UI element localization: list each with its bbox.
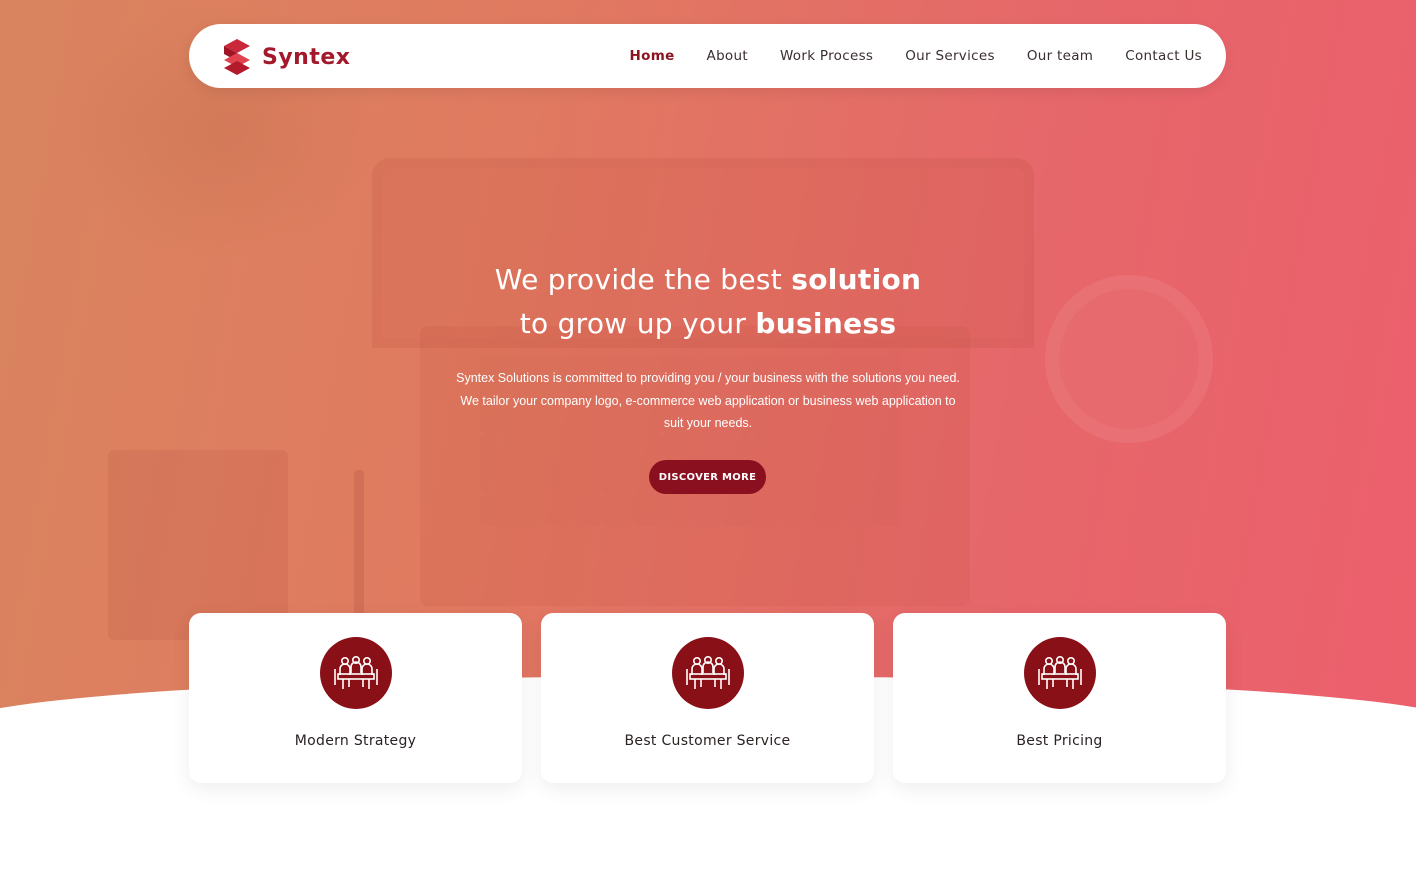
discover-more-button[interactable]: DISCOVER MORE <box>649 460 766 494</box>
team-meeting-icon <box>672 637 744 709</box>
logo[interactable]: Syntex <box>222 39 350 75</box>
nav-item-contact-us[interactable]: Contact Us <box>1125 48 1202 64</box>
nav-menu: Home About Work Process Our Services Our… <box>598 24 1202 88</box>
team-meeting-icon <box>1024 637 1096 709</box>
syntex-logo-icon <box>222 39 252 75</box>
nav-item-about[interactable]: About <box>707 48 748 64</box>
nav-item-our-team[interactable]: Our team <box>1027 48 1093 64</box>
feature-title: Modern Strategy <box>294 733 417 749</box>
hero-description: Syntex Solutions is committed to providi… <box>456 371 960 430</box>
nav-item-home[interactable]: Home <box>630 48 675 64</box>
nav-item-our-services[interactable]: Our Services <box>905 48 995 64</box>
brand-name: Syntex <box>262 44 351 70</box>
feature-title: Best Pricing <box>1016 733 1103 749</box>
nav-item-work-process[interactable]: Work Process <box>780 48 873 64</box>
navbar: Syntex Home About Work Process Our Servi… <box>189 24 1226 88</box>
notebook-decoration <box>108 450 288 640</box>
hero-title: We provide the best solution to grow up … <box>494 263 922 340</box>
feature-title: Best Customer Service <box>624 733 791 749</box>
team-meeting-icon <box>320 637 392 709</box>
pen-decoration <box>354 470 364 620</box>
